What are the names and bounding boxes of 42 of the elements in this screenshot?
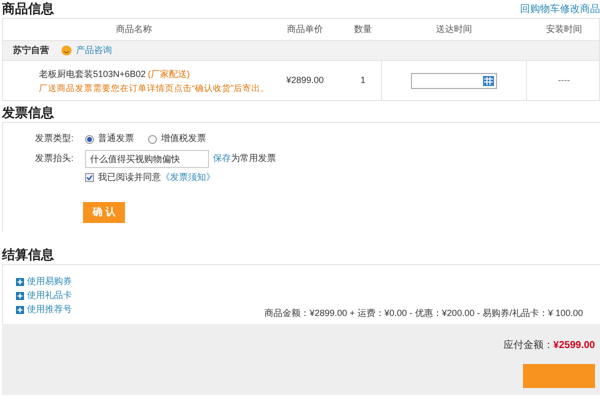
install-cell-text: ---- [557,74,571,87]
field-label: 发票类型: [35,132,75,146]
store-name: 苏宁自营 [13,44,49,57]
due-label: 应付金额： [503,338,554,353]
coupon-link[interactable]: 使用礼品卡 [27,289,72,303]
calendar-icon[interactable] [483,76,494,86]
consult-link[interactable]: 产品咨询 [76,44,112,58]
radio-button[interactable] [85,134,94,144]
column-header: 数量 [353,22,373,36]
coupon-link[interactable]: 使用推荐号 [27,303,72,317]
delivery-tag: (厂家配送) [148,66,190,80]
price-cell-text: ¥2899.00 [285,74,325,87]
coupon-link[interactable]: 使用易购券 [27,275,72,289]
checkbox[interactable] [85,173,94,182]
radio-label: 普通发票 [98,132,134,146]
due-amount: ¥2599.00 [553,339,595,353]
column-header: 商品单价 [286,22,324,36]
column-header: 商品名称 [115,22,153,36]
invoice-title-field[interactable]: 什么值得买视购物偏快 [85,150,209,168]
section-title: 结算信息 [2,246,54,264]
notice-link[interactable]: 《发票须知》 [161,171,215,184]
save-text: 为常用发票 [231,152,276,166]
back-link[interactable]: 回购物车修改商品 [520,2,600,16]
radio-button[interactable] [148,134,157,144]
agree-text: 我已阅读并同意 [98,171,161,184]
smiley-icon [61,45,72,56]
date-field[interactable] [411,72,497,88]
plus-icon[interactable] [16,278,24,286]
section-title: 商品信息 [2,0,54,18]
radio-label: 增值税发票 [161,132,206,146]
section-title: 发票信息 [2,104,54,122]
plus-icon[interactable] [16,306,24,314]
confirm-button[interactable]: 确 认 [83,202,125,222]
save-link[interactable]: 保存 [213,152,231,166]
product-name: 老板厨电套装5103N+6B02 [39,68,146,80]
order-summary: 商品金额：¥2899.00 + 运费：¥0.00 - 优惠：¥200.00 - 易购券/礼品卡：¥ 100.00 [264,306,583,320]
column-header: 送达时间 [435,22,473,36]
field-label: 发票抬头: [35,152,75,166]
plus-icon[interactable] [16,292,24,300]
quantity-cell-text: 1 [359,74,366,87]
product-note: 厂送商品发票需要您在订单详情页点击“确认收货”后寄出。 [39,82,270,94]
column-header: 安装时间 [545,22,583,36]
